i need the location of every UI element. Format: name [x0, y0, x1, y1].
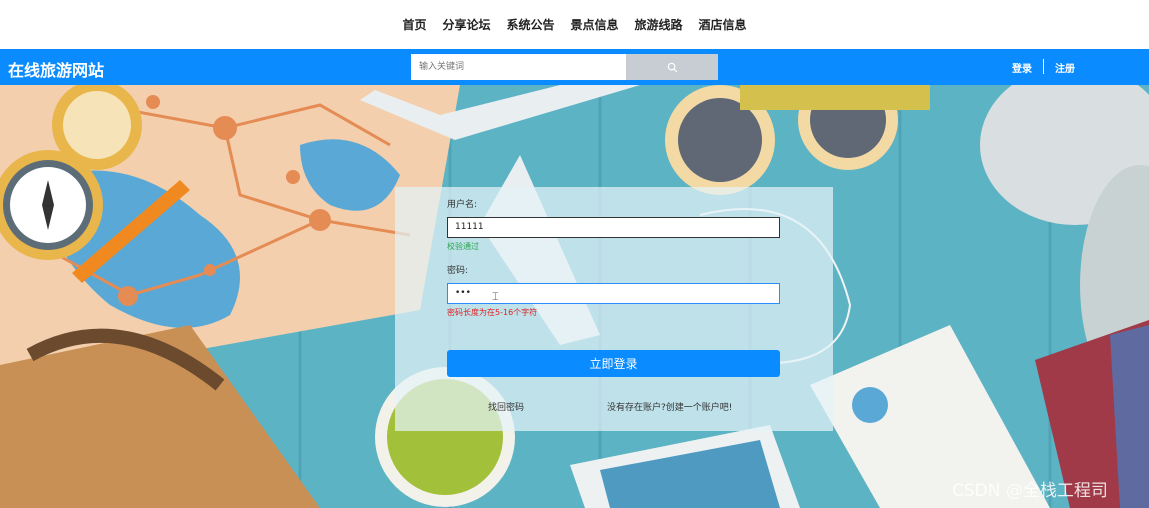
header-divider — [1043, 59, 1044, 74]
create-account-link[interactable]: 没有存在账户?创建一个账户吧! — [607, 400, 732, 413]
text-cursor-icon: ⌶ — [492, 290, 499, 303]
login-submit-button[interactable]: 立即登录 — [447, 350, 780, 377]
site-title[interactable]: 在线旅游网站 — [8, 57, 104, 81]
nav-home[interactable]: 首页 — [402, 16, 426, 33]
forgot-password-link[interactable]: 找回密码 — [488, 400, 524, 413]
register-link[interactable]: 注册 — [1055, 60, 1075, 75]
username-input[interactable]: 11111 — [447, 217, 780, 238]
header-bar: 在线旅游网站 登录 注册 — [0, 49, 1149, 85]
search-icon — [667, 58, 678, 77]
password-value: ••• — [455, 288, 471, 298]
password-label: 密码: — [447, 266, 469, 276]
username-label: 用户名: — [447, 200, 478, 210]
nav-routes[interactable]: 旅游线路 — [635, 16, 683, 33]
username-valid-message: 校验通过 — [447, 242, 479, 251]
nav-attractions[interactable]: 景点信息 — [571, 16, 619, 33]
password-input[interactable]: ••• ⌶ — [447, 283, 780, 304]
login-card: 用户名: 11111 校验通过 密码: ••• ⌶ 密码长度为在5-16个字符 … — [395, 187, 833, 431]
search-input[interactable] — [411, 54, 627, 80]
login-link[interactable]: 登录 — [1012, 60, 1032, 75]
search-button[interactable] — [626, 54, 718, 80]
nav-hotels[interactable]: 酒店信息 — [699, 16, 747, 33]
nav-announcements[interactable]: 系统公告 — [506, 16, 554, 33]
top-navigation: 首页 分享论坛 系统公告 景点信息 旅游线路 酒店信息 — [0, 0, 1149, 49]
watermark: CSDN @全栈工程司 — [952, 481, 1108, 501]
nav-forum[interactable]: 分享论坛 — [442, 16, 490, 33]
password-error-message: 密码长度为在5-16个字符 — [447, 308, 538, 317]
